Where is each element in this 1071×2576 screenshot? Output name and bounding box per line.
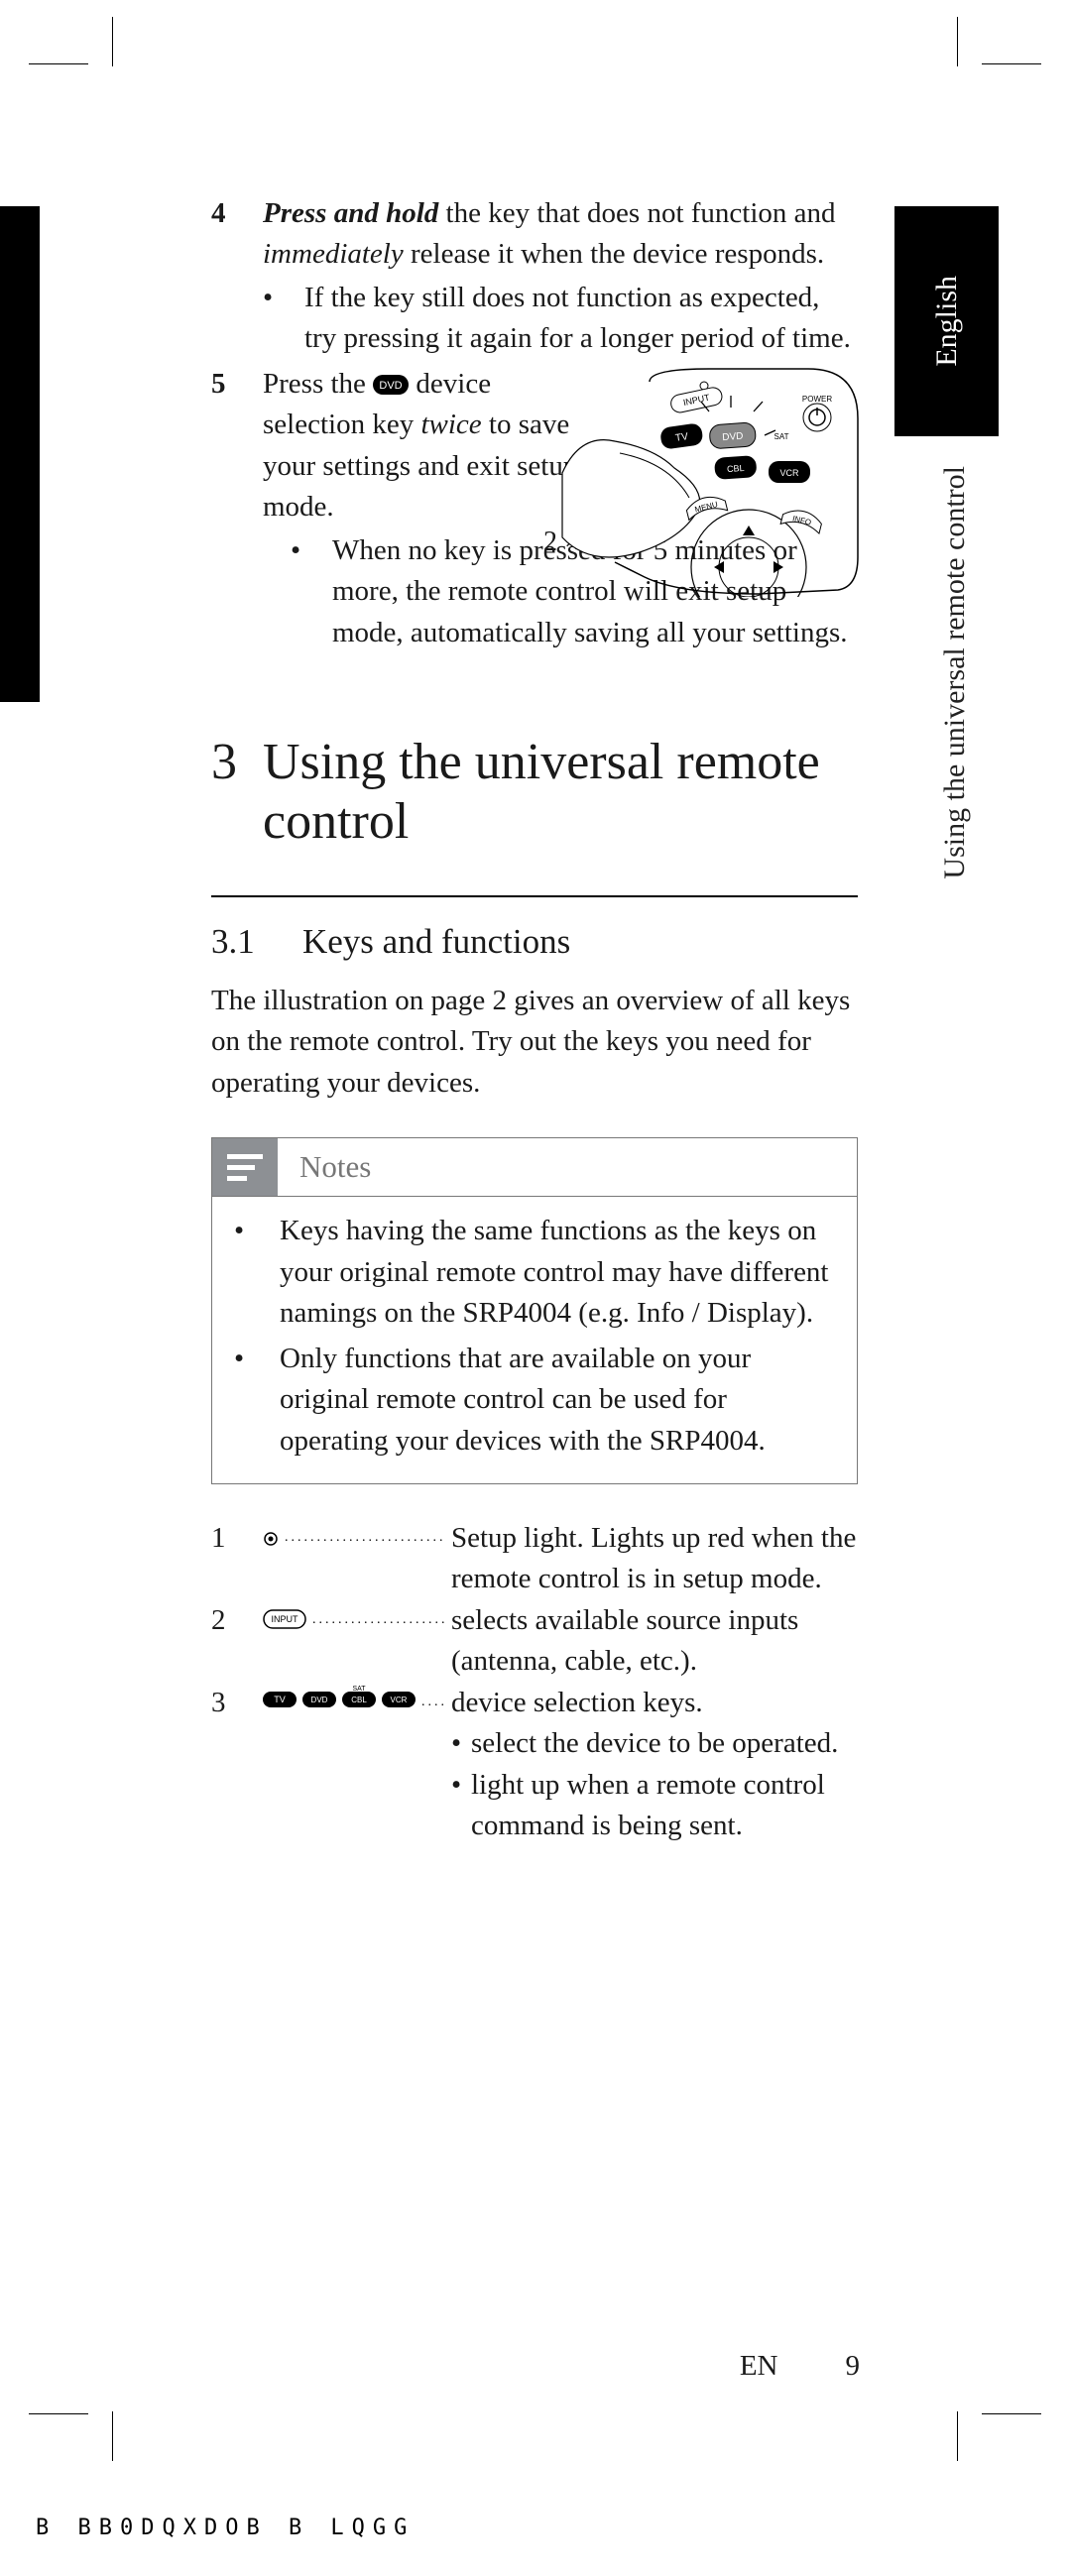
svg-text:CBL: CBL bbox=[351, 1696, 367, 1704]
step-5: 5 Press the DVD device selection key twi… bbox=[211, 364, 858, 653]
svg-text:INPUT: INPUT bbox=[272, 1614, 299, 1624]
key-row-3: 3 TV DVD SAT CBL VCR .. bbox=[211, 1683, 858, 1847]
step-number: 4 bbox=[211, 193, 263, 360]
svg-text:CBL: CBL bbox=[727, 463, 745, 474]
key-icon-col: INPUT .................................. bbox=[263, 1600, 451, 1683]
bullet-dot: • bbox=[234, 1339, 280, 1462]
text: device selection keys. bbox=[451, 1687, 703, 1718]
notes-title: Notes bbox=[299, 1145, 371, 1189]
crop-mark bbox=[29, 2413, 88, 2414]
crop-mark bbox=[112, 17, 113, 66]
key-description: device selection keys. • select the devi… bbox=[451, 1683, 858, 1847]
svg-text:SAT: SAT bbox=[774, 432, 789, 441]
bullet-dot: • bbox=[234, 1211, 280, 1334]
svg-text:TV: TV bbox=[274, 1695, 286, 1704]
key-sub-bullet: • select the device to be operated. bbox=[451, 1723, 858, 1764]
bullet-dot: • bbox=[451, 1723, 471, 1764]
notes-header: Notes bbox=[212, 1138, 857, 1196]
subheading-title: Keys and functions bbox=[302, 917, 570, 967]
heading-number: 3 bbox=[211, 733, 263, 852]
crop-mark bbox=[957, 17, 958, 66]
leader-dots: .......... bbox=[421, 1693, 445, 1712]
key-row-2: 2 INPUT ................................… bbox=[211, 1600, 858, 1683]
key-number: 2 bbox=[211, 1600, 263, 1683]
page-footer: EN 9 bbox=[213, 2350, 860, 2383]
key-number: 3 bbox=[211, 1683, 263, 1847]
svg-text:DVD: DVD bbox=[722, 431, 744, 443]
notes-bullet-1: • Keys having the same functions as the … bbox=[234, 1211, 835, 1334]
bullet-text: Only functions that are available on you… bbox=[280, 1339, 835, 1462]
remote-illustration: INPUT POWER TV bbox=[560, 364, 866, 597]
intro-paragraph: The illustration on page 2 gives an over… bbox=[211, 981, 858, 1104]
subsection-heading: 3.1 Keys and functions bbox=[211, 917, 858, 967]
key-list: 1 ......................................… bbox=[211, 1518, 858, 1847]
step-text: Press and hold the key that does not fun… bbox=[263, 197, 836, 270]
side-section-title: Using the universal remote control bbox=[938, 466, 972, 879]
step-4: 4 Press and hold the key that does not f… bbox=[211, 193, 858, 360]
bullet-text: select the device to be operated. bbox=[471, 1723, 838, 1764]
dvd-key-icon: DVD bbox=[373, 368, 416, 400]
content-column: 4 Press and hold the key that does not f… bbox=[211, 193, 858, 1847]
svg-text:TV: TV bbox=[674, 431, 689, 444]
crop-mark bbox=[29, 63, 88, 64]
svg-text:DVD: DVD bbox=[311, 1696, 328, 1704]
language-tab-label: English bbox=[930, 276, 964, 367]
bullet-text: If the key still does not function as ex… bbox=[304, 278, 858, 360]
svg-text:POWER: POWER bbox=[802, 395, 832, 404]
crop-mark bbox=[982, 63, 1041, 64]
horizontal-rule bbox=[211, 895, 858, 897]
text: Press the bbox=[263, 368, 373, 400]
footer-lang: EN bbox=[740, 2350, 778, 2383]
setup-light-icon bbox=[263, 1522, 279, 1554]
key-description: selects available source inputs (antenna… bbox=[451, 1600, 858, 1683]
key-row-1: 1 ......................................… bbox=[211, 1518, 858, 1600]
language-tab: English bbox=[894, 206, 999, 436]
bullet-dot: • bbox=[263, 278, 304, 360]
step-5-text: Press the DVD device selection key twice… bbox=[263, 364, 600, 528]
step-body: Press and hold the key that does not fun… bbox=[263, 193, 858, 360]
svg-text:SAT: SAT bbox=[352, 1686, 366, 1693]
leader-dots: .................................. bbox=[312, 1610, 445, 1630]
bullet-dot: • bbox=[291, 530, 332, 653]
footer-page: 9 bbox=[846, 2350, 861, 2383]
device-keys-icon: TV DVD SAT CBL VCR bbox=[263, 1687, 431, 1718]
notes-bullet-2: • Only functions that are available on y… bbox=[234, 1339, 835, 1462]
key-number: 1 bbox=[211, 1518, 263, 1600]
key-description: Setup light. Lights up red when the remo… bbox=[451, 1518, 858, 1600]
bullet-text: Keys having the same functions as the ke… bbox=[280, 1211, 835, 1334]
step-4-bullet: • If the key still does not function as … bbox=[263, 278, 858, 360]
svg-text:VCR: VCR bbox=[391, 1696, 408, 1704]
key-sub-bullet: • light up when a remote control command… bbox=[451, 1765, 858, 1847]
leader-dots: ....................................... bbox=[285, 1528, 445, 1548]
key-icon-col: TV DVD SAT CBL VCR .......... bbox=[263, 1683, 451, 1847]
notes-body: • Keys having the same functions as the … bbox=[212, 1196, 857, 1483]
key-icon-col: ....................................... bbox=[263, 1518, 451, 1600]
crop-mark bbox=[957, 2411, 958, 2461]
dvd-key-label: DVD bbox=[380, 380, 403, 392]
svg-text:VCR: VCR bbox=[779, 468, 799, 478]
input-key-icon: INPUT bbox=[263, 1604, 306, 1636]
crop-mark bbox=[112, 2411, 113, 2461]
heading-title: Using the universal remote control bbox=[263, 733, 858, 852]
page: English Using the universal remote contr… bbox=[0, 0, 1071, 2576]
step-number: 5 bbox=[211, 364, 263, 653]
section-heading: 3 Using the universal remote control bbox=[211, 733, 858, 852]
bullet-dot: • bbox=[451, 1765, 471, 1847]
notes-box: Notes • Keys having the same functions a… bbox=[211, 1137, 858, 1484]
subheading-number: 3.1 bbox=[211, 917, 302, 967]
notes-icon bbox=[212, 1138, 278, 1196]
crop-mark bbox=[982, 2413, 1041, 2414]
footer-code: B BB0DQXDOB B LQGG bbox=[36, 2516, 415, 2540]
bullet-text: light up when a remote control command i… bbox=[471, 1765, 858, 1847]
side-black-bar bbox=[0, 206, 40, 702]
